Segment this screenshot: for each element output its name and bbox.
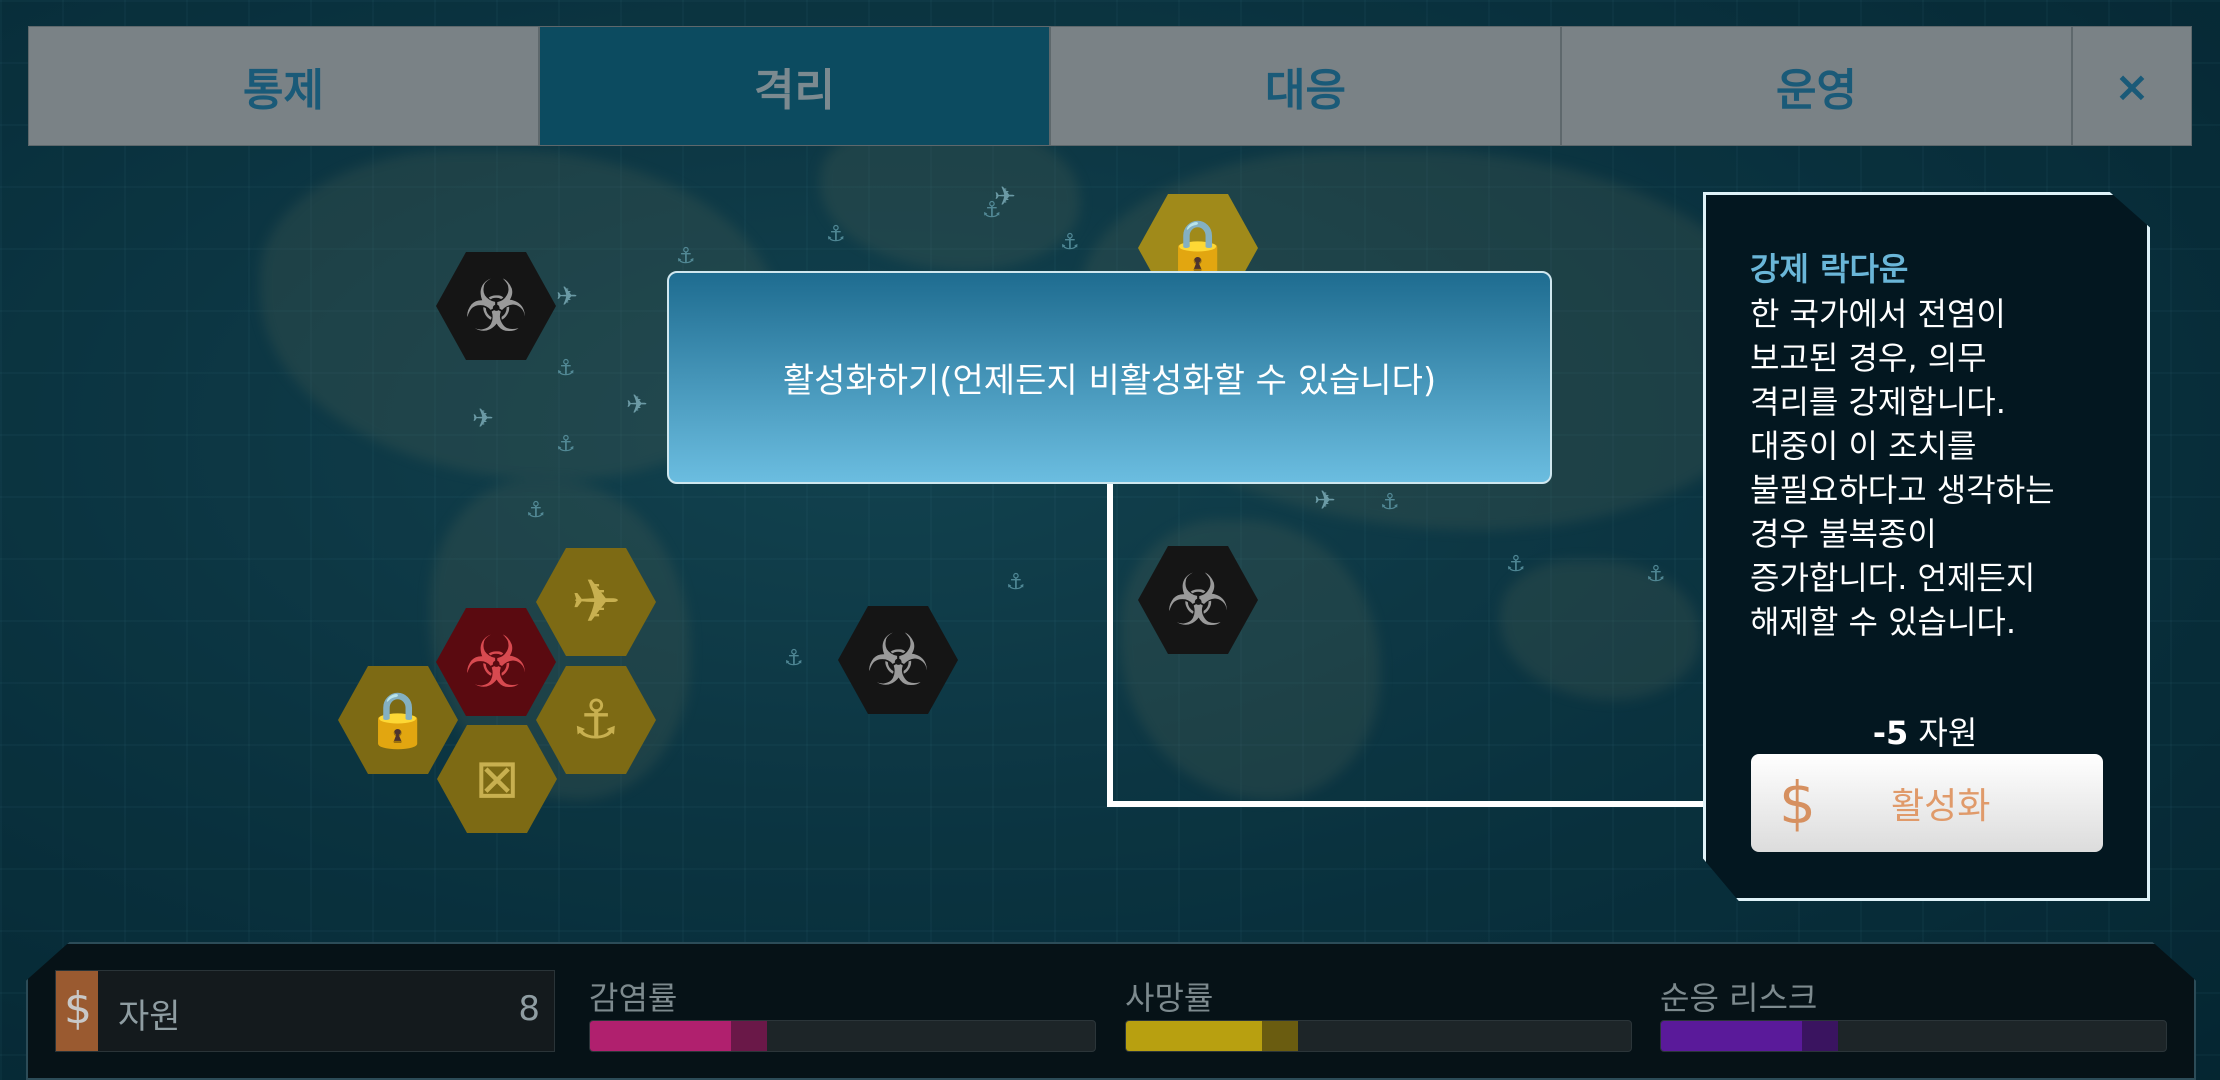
tab-control[interactable]: 통제 [28,26,539,146]
infection-rate-trail [731,1021,767,1051]
airport-plane-icon: ✈ [1314,486,1336,516]
activate-button[interactable]: $ 활성화 [1751,754,2103,852]
dollar-icon: $ [64,983,92,1034]
port-anchor-icon: ⚓ [526,498,546,523]
ability-title: 강제 락다운 [1750,250,1909,288]
port-anchor-icon: ⚓ [1060,230,1080,255]
port-anchor-icon: ⚓ [1646,562,1666,587]
tutorial-pointer-line [1107,484,1113,807]
death-rate-label: 사망률 [1125,979,1214,1017]
port-anchor-icon: ⚓ [784,646,804,671]
cost-unit: 자원 [1908,714,1978,752]
infection-rate-bar [589,1020,1096,1052]
infection-rate-fill [590,1021,732,1051]
ability-cost: -5 자원 [1750,708,2100,754]
death-rate-trail [1262,1021,1298,1051]
activate-tutorial-text: 활성화하기(언제든지 비활성화할 수 있습니다) [782,361,1437,401]
airport-plane-icon: ✈ [556,282,578,312]
death-rate-fill [1126,1021,1263,1051]
tutorial-pointer-line [1107,801,1712,807]
category-tab-bar: 통제 격리 대응 운영 × [28,26,2192,148]
port-anchor-icon: ⚓ [1380,490,1400,515]
airport-plane-icon: ✈ [994,182,1016,212]
port-anchor-icon: ⚓ [676,244,696,269]
death-rate-bar [1125,1020,1632,1052]
cost-amount: -5 [1872,714,1909,752]
resource-value: 8 [518,989,540,1029]
airport-plane-icon: ✈ [472,404,494,434]
ability-description: 한 국가에서 전염이 보고된 경우, 의무 격리를 강제합니다. 대중이 이 조… [1750,295,2055,641]
port-anchor-icon: ⚓ [556,432,576,457]
tab-quarantine[interactable]: 격리 [539,26,1050,146]
compliance-risk-label: 순응 리스크 [1660,979,1818,1017]
close-button[interactable]: × [2072,26,2192,146]
airport-plane-icon: ✈ [626,390,648,420]
port-anchor-icon: ⚓ [1006,570,1026,595]
resource-counter: $ 자원 8 [55,970,555,1052]
activate-button-label: 활성화 [1891,786,1991,827]
port-anchor-icon: ⚓ [826,222,846,247]
resource-label: 자원 [118,997,181,1037]
tab-operations[interactable]: 운영 [1561,26,2072,146]
tab-response[interactable]: 대응 [1050,26,1561,146]
infection-rate-label: 감염률 [589,979,678,1017]
compliance-risk-fill [1661,1021,1803,1051]
port-anchor-icon: ⚓ [1506,552,1526,577]
compliance-risk-trail [1802,1021,1838,1051]
compliance-risk-bar [1660,1020,2167,1052]
port-anchor-icon: ⚓ [556,356,576,381]
dollar-icon: $ [1779,769,1816,837]
activate-tutorial-dialog[interactable]: 활성화하기(언제든지 비활성화할 수 있습니다) [667,271,1552,484]
